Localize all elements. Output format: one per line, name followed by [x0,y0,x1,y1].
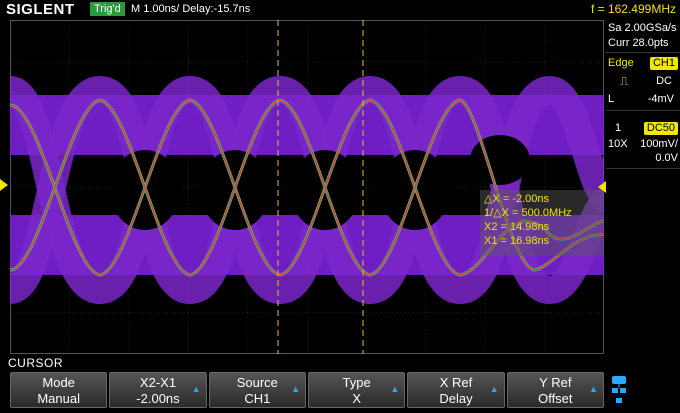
cursor-x2-value: X2 = 14.98ns [484,221,550,233]
network-status-icon [606,374,634,408]
trigger-source-badge: CH1 [649,57,678,70]
trigger-panel[interactable]: Edge CH1 ⎍ DC L -4mV [606,54,680,111]
source-softkey[interactable]: Source CH1 ▲ [208,372,306,408]
mode-softkey[interactable]: Mode Manual [10,372,108,408]
softkey-value: Manual [37,391,80,406]
trigger-type: Edge [608,57,634,69]
cursor-x1-value: X1 = 16.98ns [484,235,550,247]
rising-edge-icon: ⎍ [620,74,629,88]
sample-rate: Sa 2.00GSa/s [608,22,677,34]
channel1-probe: 10X [608,138,628,150]
softkey-menu: Mode Manual X2-X1 -2.00ns ▲ Source CH1 ▲… [10,372,604,408]
type-softkey[interactable]: Type X ▲ [307,372,406,408]
cursor-delta-x: △X = -2.00ns [484,193,550,205]
waveform-display[interactable]: △X = -2.00ns 1/△X = 500.0MHz X2 = 14.98n… [10,20,604,354]
channel1-scale: 100mV/ [640,138,678,150]
trigger-level-value: -4mV [647,93,674,105]
channel1-coupling-badge: DC50 [643,122,678,135]
adjust-knob-icon: ▲ [191,384,201,394]
menu-title: CURSOR [8,356,64,370]
frequency-counter: f = 162.499MHz [590,2,676,16]
trigger-level-marker[interactable] [598,181,606,193]
siglent-logo: SIGLENT [6,1,75,18]
cursor-readout-panel: △X = -2.00ns 1/△X = 500.0MHz X2 = 14.98n… [480,190,604,256]
channel1-ground-marker[interactable] [0,179,8,191]
adjust-knob-icon: ▲ [589,384,598,394]
adjust-knob-icon: ▲ [489,384,499,394]
top-status-bar: SIGLENT Trig'd M 1.00ns/ Delay:-15.7ns f… [0,0,680,18]
trigger-status-badge: Trig'd [90,2,125,16]
x-ref-softkey[interactable]: X Ref Delay ▲ [407,372,505,408]
timebase-delay-readout: M 1.00ns/ Delay:-15.7ns [131,3,251,15]
right-info-panel: Sa 2.00GSa/s Curr 28.0pts Edge CH1 ⎍ DC … [606,20,680,354]
x2-x1-softkey[interactable]: X2-X1 -2.00ns ▲ [109,372,207,408]
channel1-offset: 0.0V [655,152,678,164]
adjust-knob-icon: ▲ [291,384,300,394]
trigger-level-label: L [608,93,615,105]
cursor-inverse-delta-x: 1/△X = 500.0MHz [484,207,572,219]
acquisition-panel: Sa 2.00GSa/s Curr 28.0pts [606,20,680,53]
softkey-label: Mode [42,375,75,390]
adjust-knob-icon: ▲ [390,384,400,394]
graticule-and-traces [10,20,604,354]
trigger-coupling: DC [656,75,672,87]
memory-depth: Curr 28.0pts [608,37,669,49]
y-ref-softkey[interactable]: Y Ref Offset ▲ [506,372,604,408]
channel1-number: 1 [615,122,622,134]
channel1-panel[interactable]: 1 DC50 10X 100mV/ 0.0V [606,120,680,169]
